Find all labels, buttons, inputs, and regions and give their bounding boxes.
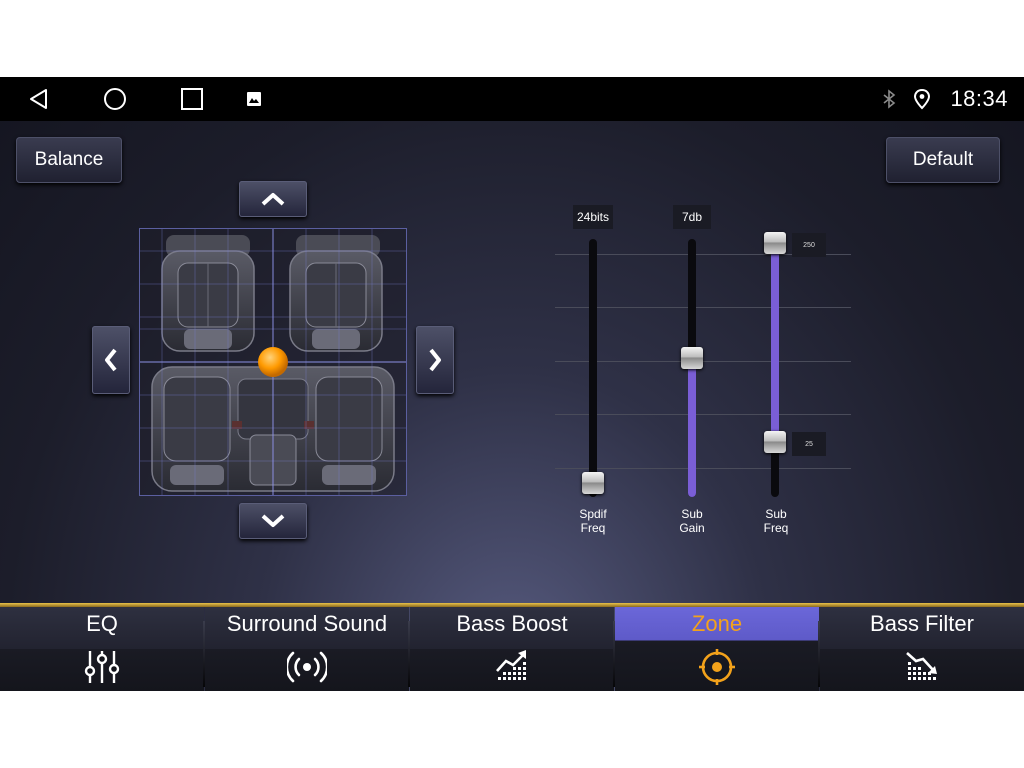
status-bar: 18:34 xyxy=(0,77,1024,121)
tab-eq-label: EQ xyxy=(86,611,118,636)
balance-button[interactable]: Balance xyxy=(16,137,122,183)
sub-freq-fill xyxy=(771,243,779,443)
caption-line-2: Freq xyxy=(580,521,606,535)
bass-filter-icon xyxy=(906,652,937,680)
tab-surround-sound[interactable]: Surround Sound xyxy=(205,607,409,691)
car-audio-screen: 18:34 Balance Default 24bits Spdif Freq … xyxy=(0,77,1024,691)
tab-bass-boost-label: Bass Boost xyxy=(456,611,568,636)
sub-freq-low-value: 25 xyxy=(792,432,826,457)
front-left-seat xyxy=(161,235,255,352)
sub-freq-low-knob[interactable] xyxy=(764,431,786,454)
sub-gain-fill xyxy=(688,358,696,497)
move-right-button[interactable] xyxy=(416,326,454,394)
move-down-button[interactable] xyxy=(239,503,307,539)
back-icon[interactable] xyxy=(27,87,51,111)
arrow-down-icon xyxy=(261,514,285,527)
equalizer-icon xyxy=(84,651,120,683)
image-icon xyxy=(247,92,261,106)
location-icon xyxy=(913,88,931,110)
home-icon[interactable] xyxy=(103,87,127,111)
arrow-left-icon xyxy=(105,348,117,372)
spdif-freq-value: 24bits xyxy=(573,205,613,229)
slider-grid-line xyxy=(555,468,851,469)
caption-line-1: Spdif xyxy=(579,507,607,521)
spdif-freq-knob[interactable] xyxy=(582,472,604,494)
caption-line-2: Freq xyxy=(763,521,789,535)
front-right-seat xyxy=(289,235,383,352)
slider-grid-line xyxy=(555,414,851,415)
bass-boost-icon xyxy=(496,650,526,680)
sub-gain-knob[interactable] xyxy=(681,347,703,370)
sub-freq-caption: Sub Freq xyxy=(746,507,806,535)
bottom-tab-bar: EQ Surround Sound Bass Boost Zone Bass F… xyxy=(0,603,1024,691)
tab-surround-label: Surround Sound xyxy=(226,611,388,636)
default-button[interactable]: Default xyxy=(886,137,1000,183)
car-seats-illustration xyxy=(140,229,406,495)
slider-grid-line xyxy=(555,361,851,362)
tab-bass-filter-label: Bass Filter xyxy=(870,611,974,636)
recents-icon[interactable] xyxy=(180,87,204,111)
caption-line-1: Sub xyxy=(681,507,703,521)
caption-line-2: Gain xyxy=(679,521,705,535)
move-left-button[interactable] xyxy=(92,326,130,394)
slider-grid-line xyxy=(555,307,851,308)
caption-line-1: Sub xyxy=(765,507,787,521)
tab-zone-label: Zone xyxy=(691,611,743,636)
tab-zone[interactable]: Zone xyxy=(615,607,819,691)
surround-icon xyxy=(287,651,327,683)
sub-freq-high-knob[interactable] xyxy=(764,232,786,254)
bluetooth-icon xyxy=(883,89,896,109)
seat-map[interactable] xyxy=(139,228,407,496)
clock: 18:34 xyxy=(950,86,1008,111)
sub-gain-value: 7db xyxy=(673,205,711,229)
sub-gain-caption: Sub Gain xyxy=(662,507,722,535)
tab-eq[interactable]: EQ xyxy=(0,607,204,691)
arrow-up-icon xyxy=(261,193,285,206)
spdif-freq-track[interactable] xyxy=(589,239,597,497)
sub-freq-high-value: 250 xyxy=(792,233,826,257)
zone-target-icon xyxy=(699,649,735,685)
spdif-freq-caption: Spdif Freq xyxy=(563,507,623,535)
tab-bass-filter[interactable]: Bass Filter xyxy=(820,607,1024,691)
arrow-right-icon xyxy=(429,348,441,372)
move-up-button[interactable] xyxy=(239,181,307,217)
tab-bass-boost[interactable]: Bass Boost xyxy=(410,607,614,691)
balance-point-handle xyxy=(258,347,288,377)
